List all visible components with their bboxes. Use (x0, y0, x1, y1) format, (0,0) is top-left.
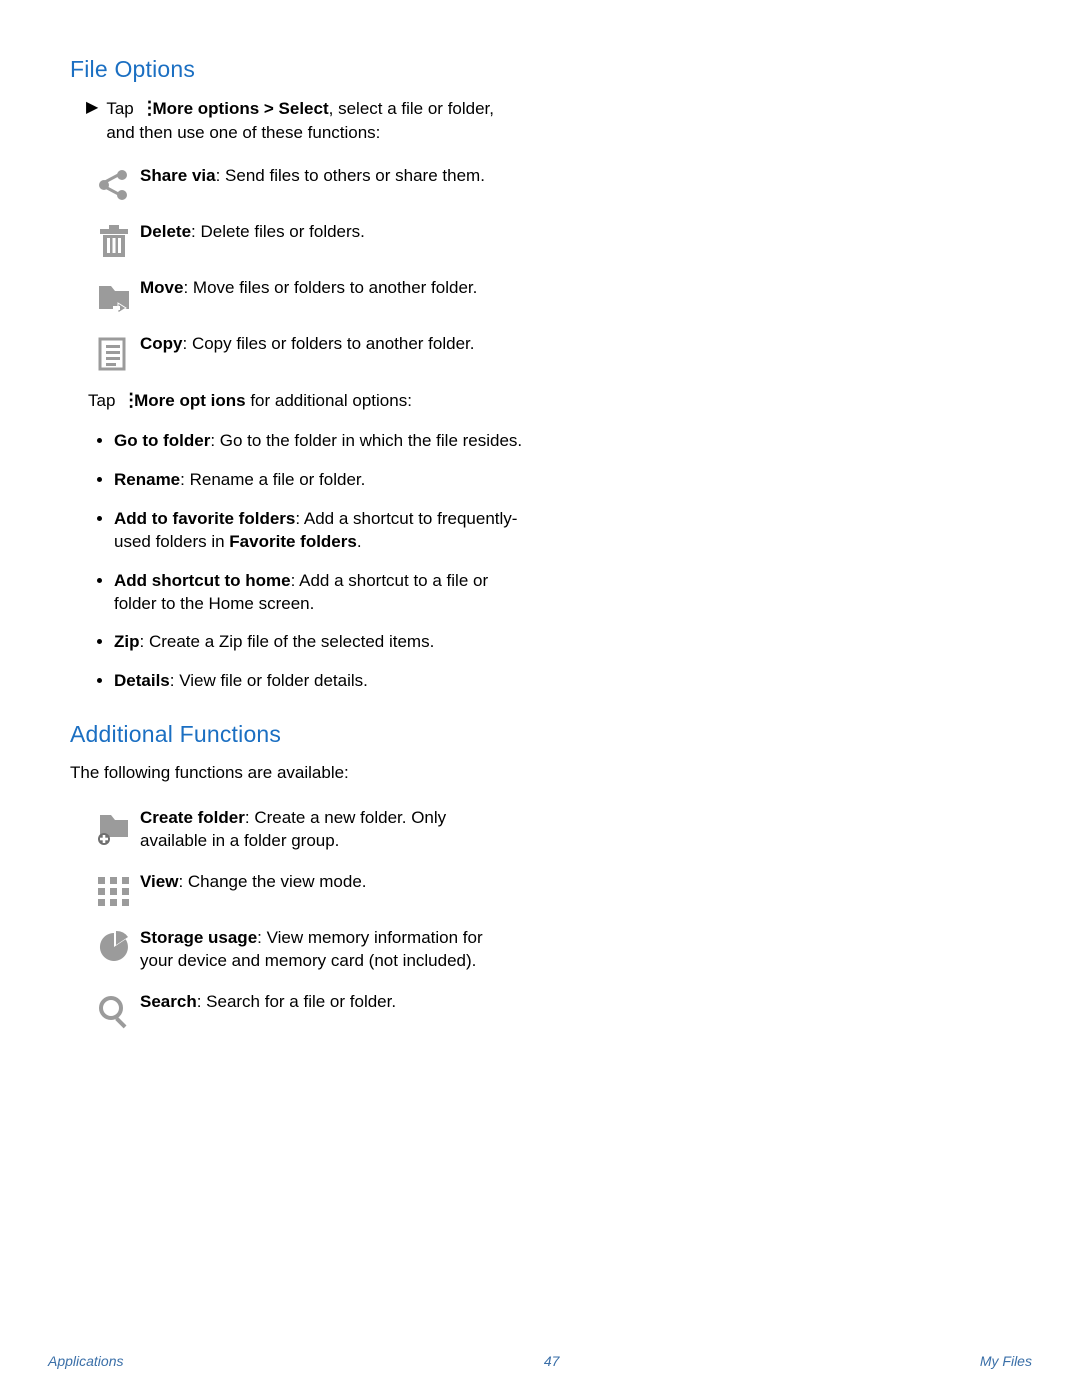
footer: Applications 47 My Files (0, 1353, 1080, 1369)
footer-left: Applications (48, 1353, 124, 1369)
bullet-zip: Zip: Create a Zip file of the selected i… (114, 631, 534, 654)
triangle-icon: ▶ (86, 97, 98, 145)
create-folder-icon (88, 807, 140, 853)
subintro-suffix: for additional options: (246, 391, 412, 410)
bullet-addfav: Add to favorite folders: Add a shortcut … (114, 508, 534, 554)
bullet-rename: Rename: Rename a file or folder. (114, 469, 534, 492)
bullet-gotofolder: Go to folder: Go to the folder in which … (114, 430, 534, 453)
subintro-bold: More opt ions (134, 391, 245, 410)
row-view: View: Change the view mode. (88, 871, 1010, 909)
storage-icon (88, 927, 140, 973)
row-delete: Delete: Delete files or folders. (88, 221, 1010, 259)
subintro-prefix: Tap (88, 391, 120, 410)
desc-share: Share via: Send files to others or share… (140, 165, 485, 203)
copy-icon (88, 333, 140, 371)
footer-center: 47 (544, 1353, 560, 1369)
footer-right: My Files (980, 1353, 1032, 1369)
page: File Options ▶ Tap More options > Select… (0, 0, 1080, 1397)
more-options-icon-2 (122, 389, 130, 414)
search-icon (88, 991, 140, 1029)
intro-prefix: Tap (106, 99, 138, 118)
heading-file-options: File Options (70, 56, 1010, 83)
intro-text: Tap More options > Select, select a file… (106, 97, 526, 145)
desc-copy: Copy: Copy files or folders to another f… (140, 333, 475, 371)
more-options-icon (140, 97, 148, 122)
more-options-bullets: Go to folder: Go to the folder in which … (114, 430, 534, 694)
row-storage: Storage usage: View memory information f… (88, 927, 1010, 973)
intro-additional: The following functions are available: (70, 762, 1010, 785)
bullet-details: Details: View file or folder details. (114, 670, 534, 693)
row-copy: Copy: Copy files or folders to another f… (88, 333, 1010, 371)
row-createfolder: Create folder: Create a new folder. Only… (88, 807, 1010, 853)
intro-file-options: ▶ Tap More options > Select, select a fi… (86, 97, 1010, 145)
subintro: Tap More opt ions for additional options… (88, 389, 508, 414)
row-move: Move: Move files or folders to another f… (88, 277, 1010, 315)
row-search: Search: Search for a file or folder. (88, 991, 1010, 1029)
desc-createfolder: Create folder: Create a new folder. Only… (140, 807, 500, 853)
row-share: Share via: Send files to others or share… (88, 165, 1010, 203)
additional-icon-list: Create folder: Create a new folder. Only… (88, 807, 1010, 1029)
move-icon (88, 277, 140, 315)
delete-icon (88, 221, 140, 259)
heading-additional-functions: Additional Functions (70, 721, 1010, 748)
desc-storage: Storage usage: View memory information f… (140, 927, 500, 973)
bullet-addhome: Add shortcut to home: Add a shortcut to … (114, 570, 534, 616)
desc-search: Search: Search for a file or folder. (140, 991, 396, 1029)
view-icon (88, 871, 140, 909)
desc-view: View: Change the view mode. (140, 871, 367, 909)
desc-delete: Delete: Delete files or folders. (140, 221, 365, 259)
file-options-icon-list: Share via: Send files to others or share… (88, 165, 1010, 371)
share-icon (88, 165, 140, 203)
intro-bold: More options > Select (152, 99, 328, 118)
desc-move: Move: Move files or folders to another f… (140, 277, 477, 315)
section-additional: Additional Functions The following funct… (70, 721, 1010, 1029)
